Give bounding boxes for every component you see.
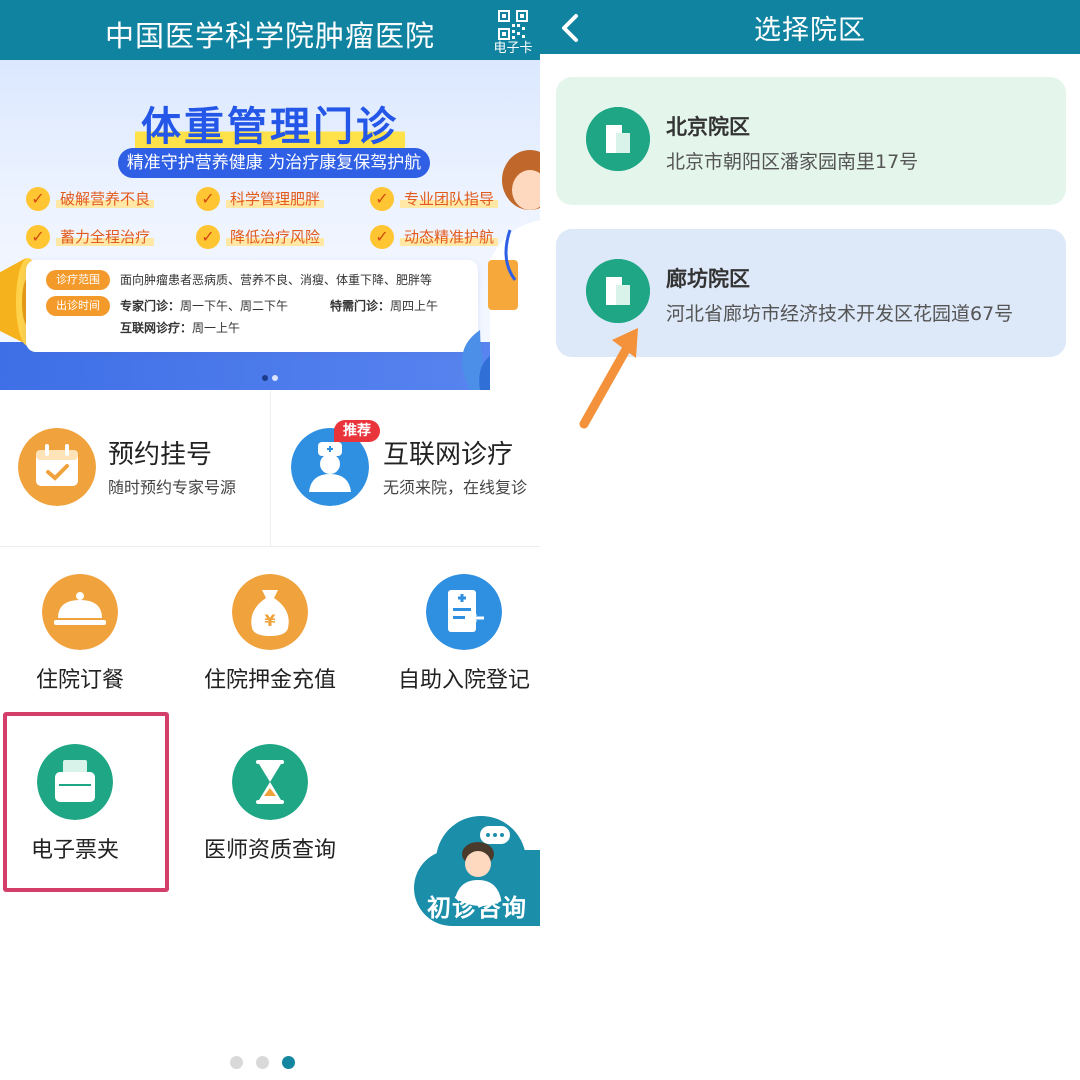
campus-address: 北京市朝阳区潘家园南里17号 — [666, 151, 919, 173]
money-bag-icon: ¥ — [232, 574, 308, 650]
scope-tag: 诊疗范围 — [46, 270, 110, 290]
campus-name: 北京院区 — [666, 115, 750, 139]
feature-item: ✓ 降低治疗风险 — [196, 224, 325, 250]
appointment-service[interactable]: 预约挂号 随时预约专家号源 — [0, 390, 270, 548]
hospital-title: 中国医学科学院肿瘤医院 — [104, 19, 435, 53]
deposit-recharge-tile[interactable]: ¥ 住院押金充值 — [180, 574, 360, 704]
app-header: 中国医学科学院肿瘤医院 电子卡 — [0, 0, 540, 60]
feature-item: ✓ 科学管理肥胖 — [196, 186, 325, 212]
clinic-info-box: 诊疗范围 面向肿瘤患者恶病质、营养不良、消瘦、体重下降、肥胖等 出诊时间 专家门… — [26, 260, 478, 352]
check-icon: ✓ — [26, 187, 50, 211]
meal-order-tile[interactable]: 住院订餐 — [0, 574, 170, 704]
admission-form-icon — [426, 574, 502, 650]
first-consult-label: 初诊咨询 — [427, 894, 527, 922]
self-admission-tile[interactable]: 自助入院登记 — [374, 574, 540, 704]
carousel-dot — [272, 375, 278, 381]
campus-card-beijing[interactable]: 北京院区 北京市朝阳区潘家园南里17号 — [556, 77, 1066, 205]
doctor-illustration-icon — [488, 150, 540, 390]
expert-clinic-time: 专家门诊：周一下午、周二下午 — [120, 299, 289, 313]
online-clinic-time: 互联网诊疗：周一上午 — [120, 321, 241, 335]
recommend-badge: 推荐 — [334, 420, 380, 442]
check-icon: ✓ — [196, 187, 220, 211]
online-consult-desc: 无须来院，在线复诊 — [383, 478, 528, 497]
ecard-label: 电子卡 — [493, 41, 533, 56]
appointment-desc: 随时预约专家号源 — [108, 478, 237, 497]
carousel-dot-active — [262, 375, 268, 381]
doctor-qualification-tile[interactable]: 医师资质查询 — [180, 744, 360, 874]
check-icon: ✓ — [196, 225, 220, 249]
scope-text: 面向肿瘤患者恶病质、营养不良、消瘦、体重下降、肥胖等 — [120, 273, 433, 287]
promo-banner[interactable]: 体重管理门诊 精准守护营养健康 为治疗康复保驾护航 ✓ 破解营养不良 ✓ 科学管理肥… — [0, 60, 540, 390]
page-dot — [256, 1056, 269, 1069]
right-screen: 选择院区 北京院区 北京市朝阳区潘家园南里17号 廊坊院区 河北省廊坊市经济技术… — [540, 0, 1080, 1080]
divider — [0, 546, 540, 547]
page-dot — [230, 1056, 243, 1069]
campus-address: 河北省廊坊市经济技术开发区花园道67号 — [666, 303, 1014, 325]
left-screen: 中国医学科学院肿瘤医院 电子卡 体重管理门诊 精准守护营养健康 为治疗康复保驾护… — [0, 0, 540, 1080]
hourglass-icon — [232, 744, 308, 820]
page-title: 选择院区 — [754, 15, 866, 46]
campus-name: 廊坊院区 — [666, 267, 750, 291]
banner-subtitle: 精准守护营养健康 为治疗康复保驾护航 — [118, 148, 430, 178]
building-icon — [586, 107, 650, 171]
feature-item: ✓ 蓄力全程治疗 — [26, 224, 155, 250]
self-admission-label: 自助入院登记 — [397, 668, 530, 693]
check-icon: ✓ — [370, 225, 394, 249]
deposit-recharge-label: 住院押金充值 — [203, 668, 336, 693]
online-consult-title: 互联网诊疗 — [383, 440, 514, 470]
carousel-dots — [260, 366, 280, 385]
calendar-icon — [18, 428, 96, 506]
banner-headline: 体重管理门诊 — [0, 94, 540, 152]
page-dot-active — [282, 1056, 295, 1069]
highlight-box — [3, 712, 169, 892]
time-tag: 出诊时间 — [46, 296, 110, 316]
check-icon: ✓ — [26, 225, 50, 249]
page-indicator — [230, 1054, 308, 1073]
meal-cloche-icon — [42, 574, 118, 650]
arrow-annotation-icon — [579, 328, 638, 429]
meal-order-label: 住院订餐 — [35, 668, 124, 693]
appointment-title: 预约挂号 — [108, 440, 213, 470]
main-services: 预约挂号 随时预约专家号源 互联网诊疗 无须来院，在线复诊 — [0, 390, 540, 548]
feature-item: ✓ 破解营养不良 — [26, 186, 155, 212]
first-consult-button[interactable]: 初诊咨询 — [414, 816, 540, 928]
svg-text:¥: ¥ — [264, 611, 275, 630]
building-icon — [586, 259, 650, 323]
qr-code-icon — [498, 10, 528, 40]
online-consult-service[interactable]: 互联网诊疗 无须来院，在线复诊 — [271, 390, 540, 548]
special-clinic-time: 特需门诊：周四上午 — [330, 299, 439, 313]
campus-header: 选择院区 — [540, 0, 1080, 54]
doctor-qualification-label: 医师资质查询 — [203, 838, 336, 863]
check-icon: ✓ — [370, 187, 394, 211]
ecard-button[interactable]: 电子卡 — [486, 10, 540, 60]
